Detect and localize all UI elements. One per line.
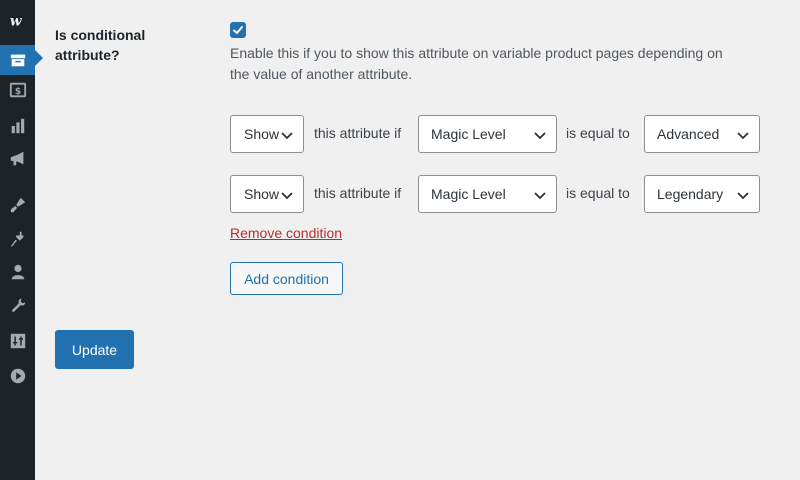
chevron-down-icon [281, 192, 293, 200]
tools-icon[interactable] [0, 291, 35, 321]
value-select[interactable]: Advanced [644, 115, 760, 153]
attribute-select-value: Magic Level [431, 186, 506, 202]
action-select[interactable]: Show [230, 175, 304, 213]
attribute-select[interactable]: Magic Level [418, 175, 557, 213]
condition-text-is-equal-to: is equal to [566, 125, 630, 141]
attribute-select[interactable]: Magic Level [418, 115, 557, 153]
appearance-icon[interactable] [0, 190, 35, 220]
chevron-down-icon [534, 192, 546, 200]
admin-sidebar: w $ [0, 0, 35, 480]
chevron-down-icon [737, 132, 749, 140]
settings-icon[interactable] [0, 326, 35, 356]
condition-text-attribute-if: this attribute if [314, 185, 402, 201]
action-select-value: Show [244, 126, 280, 142]
attribute-select-value: Magic Level [431, 126, 506, 142]
condition-text-is-equal-to: is equal to [566, 185, 630, 201]
action-select-value: Show [244, 186, 280, 202]
checkmark-icon [233, 26, 243, 34]
action-select[interactable]: Show [230, 115, 304, 153]
chevron-down-icon [281, 132, 293, 140]
users-icon[interactable] [0, 257, 35, 287]
chevron-down-icon [534, 132, 546, 140]
value-select-value: Advanced [657, 126, 720, 142]
svg-text:$: $ [14, 87, 20, 97]
conditional-attribute-help: Enable this if you to show this attribut… [230, 45, 723, 82]
add-condition-button[interactable]: Add condition [230, 262, 343, 295]
analytics-icon[interactable] [0, 111, 35, 141]
svg-text:w: w [9, 14, 22, 30]
value-select[interactable]: Legendary [644, 175, 760, 213]
chevron-down-icon [737, 192, 749, 200]
condition-text-attribute-if: this attribute if [314, 125, 402, 141]
products-icon[interactable] [0, 45, 35, 75]
value-select-value: Legendary [657, 186, 724, 202]
plugins-icon[interactable] [0, 224, 35, 254]
conditional-attribute-label: Is conditional attribute? [55, 27, 146, 63]
conditional-attribute-checkbox[interactable] [230, 22, 246, 38]
active-menu-arrow [35, 50, 43, 66]
remove-condition-link[interactable]: Remove condition [230, 225, 342, 241]
update-button[interactable]: Update [55, 330, 134, 369]
marketing-icon[interactable] [0, 144, 35, 174]
payments-icon[interactable]: $ [0, 75, 35, 105]
play-icon[interactable] [0, 361, 35, 391]
woocommerce-logo-icon[interactable]: w [0, 6, 35, 36]
